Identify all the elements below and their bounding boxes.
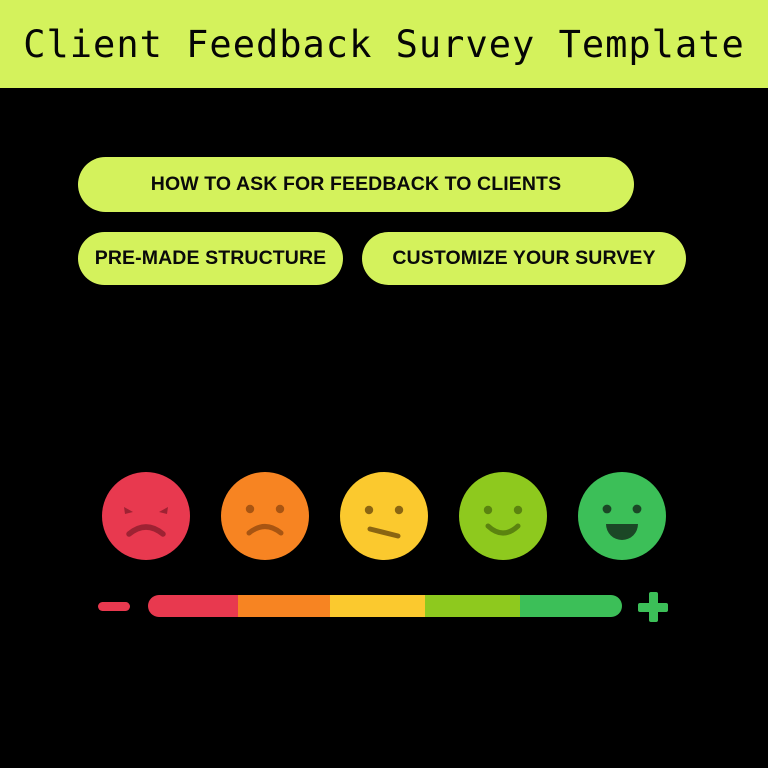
customize-your-survey-button-label: CUSTOMIZE YOUR SURVEY <box>392 247 656 269</box>
customize-your-survey-button[interactable]: CUSTOMIZE YOUR SURVEY <box>362 232 686 285</box>
slider-segment-lime <box>425 595 521 617</box>
angry-face-icon[interactable] <box>102 472 190 560</box>
plus-icon[interactable] <box>638 592 668 622</box>
slider-segment-yellow <box>330 595 426 617</box>
title-banner: Client Feedback Survey Template <box>0 0 768 88</box>
rating-gradient-slider[interactable] <box>148 595 622 617</box>
plus-icon-vertical-bar <box>648 592 658 622</box>
slider-segment-red <box>148 595 239 617</box>
happy-face-icon[interactable] <box>459 472 547 560</box>
survey-template-canvas: Client Feedback Survey Template HOW TO A… <box>0 0 768 768</box>
rating-slider-row <box>0 588 768 626</box>
pre-made-structure-button-label: PRE-MADE STRUCTURE <box>94 247 327 269</box>
page-title: Client Feedback Survey Template <box>23 22 745 66</box>
how-to-ask-button[interactable]: HOW TO ASK FOR FEEDBACK TO CLIENTS <box>78 157 634 212</box>
minus-icon[interactable] <box>98 602 130 611</box>
sad-face-icon[interactable] <box>221 472 309 560</box>
pre-made-structure-button[interactable]: PRE-MADE STRUCTURE <box>78 232 343 285</box>
slider-segment-green <box>520 595 622 617</box>
neutral-face-icon[interactable] <box>340 472 428 560</box>
how-to-ask-button-label: HOW TO ASK FOR FEEDBACK TO CLIENTS <box>150 173 562 195</box>
rating-faces-row <box>0 472 768 562</box>
slider-segment-orange <box>238 595 331 617</box>
very-happy-face-icon[interactable] <box>578 472 666 560</box>
